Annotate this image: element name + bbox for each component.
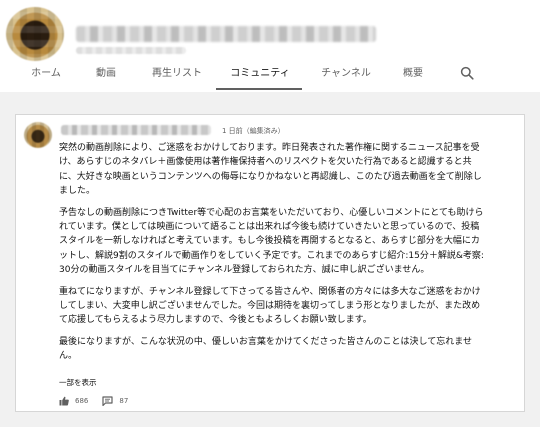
active-tab-indicator <box>216 88 302 90</box>
show-less-link[interactable]: 一部を表示 <box>59 377 97 388</box>
like-count: 686 <box>75 397 89 405</box>
post-author-name-redacted[interactable] <box>61 125 211 135</box>
tab-videos[interactable]: 動画 <box>88 62 124 92</box>
post-paragraph: 予告なしの動画削除につきTwitter等で心配のお言葉をいただいており、心優しい… <box>59 207 484 276</box>
post-body: 突然の動画削除により、ご迷惑をおかけしております。昨日発表された著作権に関するニ… <box>59 141 485 371</box>
comment-count: 87 <box>119 397 129 405</box>
post-actions: 686 87 <box>59 395 142 407</box>
post-paragraph: 突然の動画削除により、ご迷惑をおかけしております。昨日発表された著作権に関するニ… <box>59 143 482 197</box>
post-paragraph: 最後になりますが、こんな状況の中、優しいお言葉をかけてくださった皆さんのことは決… <box>59 336 473 362</box>
channel-name-redacted <box>76 26 376 42</box>
comment-icon[interactable] <box>102 396 113 406</box>
community-post: 1 日前（編集済み） 突然の動画削除により、ご迷惑をおかけしております。昨日発表… <box>15 114 525 412</box>
channel-header: ホーム 動画 再生リスト コミュニティ チャンネル 概要 <box>0 0 540 92</box>
post-timestamp[interactable]: 1 日前（編集済み） <box>222 126 285 136</box>
thumb-up-icon[interactable] <box>59 396 69 406</box>
search-icon[interactable] <box>460 66 474 80</box>
subscriber-count-redacted <box>76 47 186 54</box>
channel-avatar[interactable] <box>6 7 64 61</box>
tab-about[interactable]: 概要 <box>398 62 428 92</box>
post-paragraph: 重ねてになりますが、チャンネル登録して下さってる皆さんや、関係者の方々には多大な… <box>59 286 481 326</box>
tab-home[interactable]: ホーム <box>24 62 68 92</box>
tab-playlists[interactable]: 再生リスト <box>144 62 210 92</box>
tab-channels[interactable]: チャンネル <box>318 62 374 92</box>
post-author-avatar[interactable] <box>24 122 52 148</box>
